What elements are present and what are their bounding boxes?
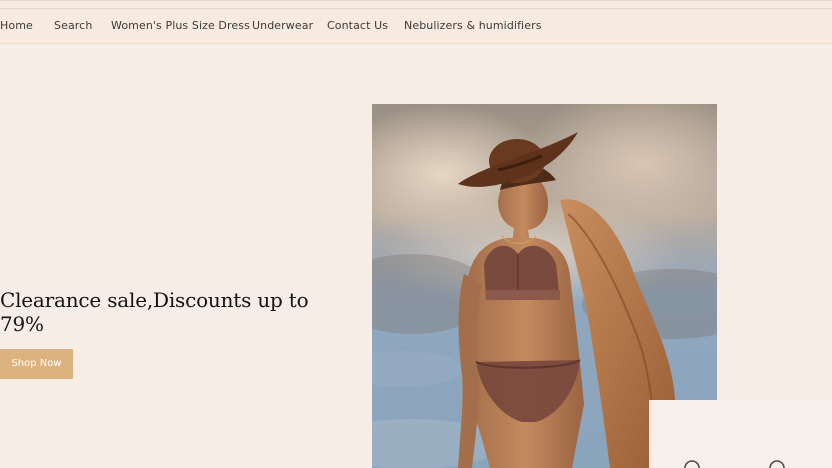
shop-now-button[interactable]: Shop Now bbox=[0, 349, 73, 379]
nav-item-search[interactable]: Search bbox=[54, 19, 92, 33]
main-navigation: Home Search Women's Plus Size Dress Unde… bbox=[0, 0, 832, 44]
nav-item-contact-us[interactable]: Contact Us bbox=[327, 19, 388, 33]
nav-item-home[interactable]: Home bbox=[0, 19, 33, 33]
hero-title: Clearance sale,Discounts up to 79% bbox=[0, 288, 309, 336]
nav-divider bbox=[0, 8, 832, 9]
partial-icons bbox=[684, 460, 785, 468]
nav-item-underwear[interactable]: Underwear bbox=[252, 19, 313, 33]
nav-item-nebulizers-humidifiers[interactable]: Nebulizers & humidifiers bbox=[404, 19, 542, 33]
nav-item-womens-plus-size-dress[interactable]: Women's Plus Size Dress bbox=[111, 19, 250, 33]
page: Home Search Women's Plus Size Dress Unde… bbox=[0, 0, 832, 468]
